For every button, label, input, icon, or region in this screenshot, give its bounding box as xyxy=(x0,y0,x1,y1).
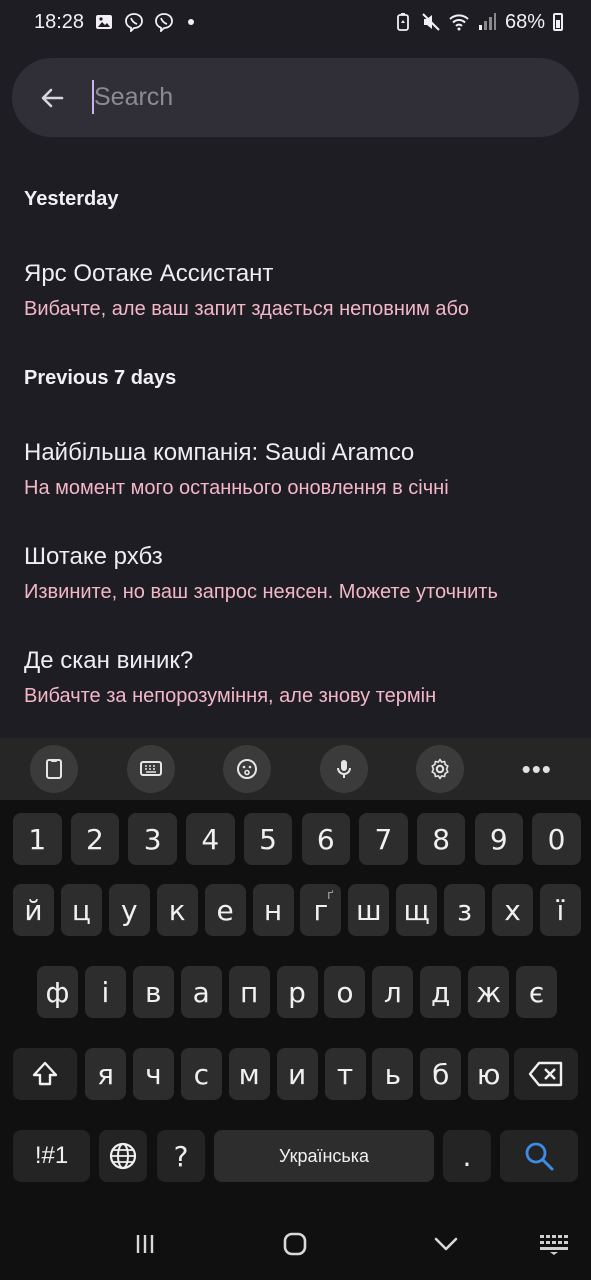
key-letter[interactable]: о xyxy=(324,966,366,1018)
key-letter[interactable]: ш xyxy=(348,884,390,936)
history-item-subtitle: На момент мого останнього оновлення в сі… xyxy=(24,477,449,499)
key-letter[interactable]: т xyxy=(324,1048,366,1100)
status-time: 18:28 xyxy=(34,10,85,33)
history-item-subtitle: Вибачте, але ваш запит здається неповним… xyxy=(24,298,470,320)
key-letter[interactable]: р xyxy=(276,966,318,1018)
key-letter[interactable]: у xyxy=(108,884,150,936)
keyboard-toolbar: ••• xyxy=(0,738,591,800)
status-bar: 18:28 68% xyxy=(0,0,591,44)
key-1[interactable]: 1 xyxy=(13,813,62,865)
symbols-key[interactable]: !#1 xyxy=(13,1130,90,1182)
key-letter[interactable]: х xyxy=(492,884,533,936)
back-chevron-icon[interactable] xyxy=(406,1214,486,1274)
key-letter[interactable]: а xyxy=(180,966,222,1018)
backspace-key[interactable] xyxy=(514,1048,578,1100)
back-arrow-icon[interactable] xyxy=(12,58,92,137)
mic-icon[interactable] xyxy=(319,745,368,793)
key-letter[interactable]: щ xyxy=(396,884,438,936)
key-hint: ґ xyxy=(327,888,334,902)
battery-icon xyxy=(553,13,563,31)
keyboard: ••• 1234567890 йцукенгґшщзхї фівапролджє яч… xyxy=(0,738,591,1208)
history-item[interactable]: Ярс Оотаке Ассистант Вибачте, але ваш за… xyxy=(0,260,591,321)
key-letter[interactable]: ч xyxy=(132,1048,174,1100)
history-item-title: Шотаке рхбз xyxy=(24,543,163,570)
text-cursor xyxy=(92,80,94,114)
settings-icon[interactable] xyxy=(416,745,465,793)
search-bar xyxy=(12,58,579,137)
key-letter[interactable]: и xyxy=(276,1048,318,1100)
shift-icon xyxy=(32,1061,58,1086)
battery-percent: 68% xyxy=(504,10,545,33)
keyboard-icon[interactable] xyxy=(126,745,175,793)
key-letter[interactable]: п xyxy=(228,966,270,1018)
history-item[interactable]: Шотаке рхбз Извините, но ваш запрос неяс… xyxy=(0,543,591,604)
section-header-previous-7-days: Previous 7 days xyxy=(24,367,177,389)
key-4[interactable]: 4 xyxy=(186,813,235,865)
viber-icon-2 xyxy=(154,12,174,32)
notification-dot-icon xyxy=(188,19,195,25)
key-letter[interactable]: м xyxy=(228,1048,270,1100)
key-9[interactable]: 9 xyxy=(474,813,524,865)
key-letter[interactable]: н xyxy=(252,884,294,936)
key-letter[interactable]: ж xyxy=(468,966,510,1018)
history-item-title: Найбільша компанія: Saudi Aramco xyxy=(24,439,415,466)
wifi-icon xyxy=(449,12,469,32)
language-key[interactable] xyxy=(99,1130,147,1182)
history-item-title: Ярс Оотаке Ассистант xyxy=(24,260,274,287)
history-item-subtitle: Извините, но ваш запрос неясен. Можете у… xyxy=(24,581,498,603)
navigation-bar xyxy=(0,1208,591,1280)
battery-saver-icon xyxy=(393,12,413,32)
clipboard-icon[interactable] xyxy=(30,745,79,793)
search-key[interactable] xyxy=(500,1130,578,1182)
question-key[interactable]: ? xyxy=(157,1130,205,1182)
gallery-icon xyxy=(94,12,114,32)
signal-icon xyxy=(477,12,497,32)
key-letter[interactable]: ь xyxy=(372,1048,414,1100)
period-key[interactable]: . xyxy=(443,1130,491,1182)
globe-icon xyxy=(109,1142,137,1170)
key-letter[interactable]: с xyxy=(180,1048,222,1100)
key-2[interactable]: 2 xyxy=(70,813,120,865)
key-letter[interactable]: ю xyxy=(468,1048,510,1100)
history-item-subtitle: Вибачте за непорозуміння, але знову терм… xyxy=(24,685,437,707)
history-item[interactable]: Найбільша компанія: Saudi Aramco На моме… xyxy=(0,439,591,500)
emoji-icon[interactable] xyxy=(223,745,272,793)
history-item-title: Де скан виник? xyxy=(24,647,194,674)
key-letter[interactable]: з xyxy=(444,884,486,936)
mute-icon xyxy=(421,12,441,32)
key-letter[interactable]: і xyxy=(84,966,126,1018)
backspace-icon xyxy=(528,1061,563,1087)
recent-apps-icon[interactable] xyxy=(105,1214,185,1274)
section-header-yesterday: Yesterday xyxy=(24,188,119,210)
search-input[interactable] xyxy=(92,58,579,137)
key-0[interactable]: 0 xyxy=(532,813,581,865)
home-icon[interactable] xyxy=(255,1214,335,1274)
key-7[interactable]: 7 xyxy=(359,813,408,865)
key-letter[interactable]: в xyxy=(132,966,174,1018)
key-letter[interactable]: б xyxy=(420,1048,462,1100)
space-key[interactable]: Українська xyxy=(214,1130,434,1182)
keyboard-hide-icon[interactable] xyxy=(539,1234,569,1256)
more-icon[interactable]: ••• xyxy=(513,745,561,793)
key-letter[interactable]: гґ xyxy=(300,884,342,936)
key-letter[interactable]: я xyxy=(85,1048,126,1100)
key-letter[interactable]: ї xyxy=(539,884,581,936)
key-letter[interactable]: е xyxy=(204,884,246,936)
key-letter[interactable]: л xyxy=(372,966,414,1018)
key-8[interactable]: 8 xyxy=(416,813,466,865)
key-5[interactable]: 5 xyxy=(243,813,293,865)
viber-icon xyxy=(124,12,144,32)
key-letter[interactable]: ф xyxy=(37,966,78,1018)
search-icon xyxy=(525,1142,554,1171)
shift-key[interactable] xyxy=(13,1048,77,1100)
key-letter[interactable]: д xyxy=(420,966,462,1018)
key-6[interactable]: 6 xyxy=(301,813,350,865)
key-letter[interactable]: к xyxy=(156,884,198,936)
key-letter[interactable]: ц xyxy=(60,884,102,936)
key-letter[interactable]: є xyxy=(516,966,557,1018)
key-letter[interactable]: й xyxy=(13,884,54,936)
history-item[interactable]: Де скан виник? Вибачте за непорозуміння,… xyxy=(0,647,591,708)
key-3[interactable]: 3 xyxy=(128,813,177,865)
